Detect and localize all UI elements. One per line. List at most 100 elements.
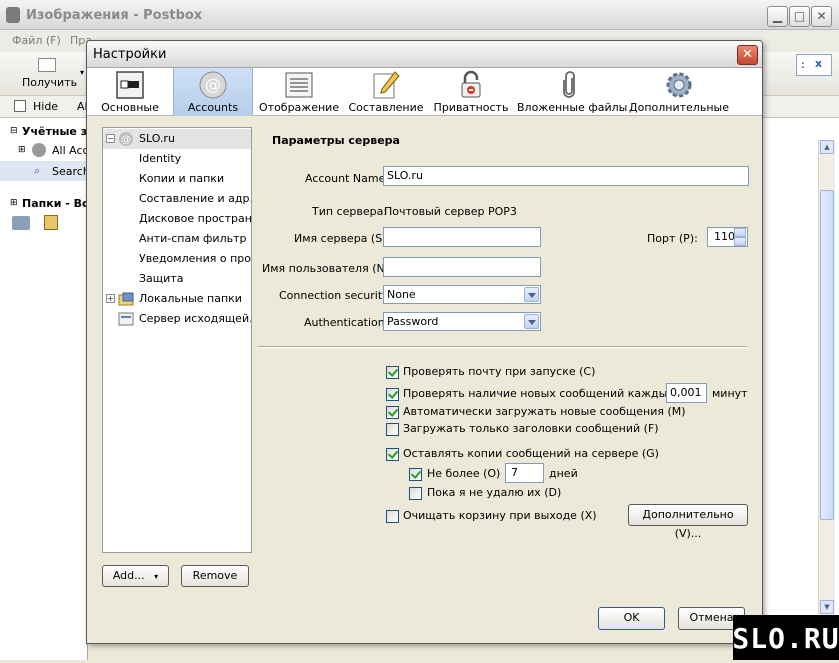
dialog-title: Настройки [93, 47, 167, 62]
hide-button[interactable]: Hide [33, 100, 58, 113]
tree-item-slo-ru[interactable]: − @ SLO.ru [103, 129, 251, 149]
tab-general[interactable]: Основные [95, 68, 165, 116]
privacy-lock-icon [461, 70, 481, 98]
expand-icon[interactable]: + [106, 294, 115, 303]
section-divider [257, 346, 747, 348]
leave-on-server-checkbox[interactable] [386, 448, 399, 461]
expand-icon[interactable]: ⊞ [18, 145, 26, 155]
get-mail-dropdown-icon[interactable]: ▾ [80, 68, 84, 77]
dialog-titlebar: Настройки ✕ [87, 41, 762, 68]
ok-button[interactable]: OK [598, 607, 665, 630]
collapse-icon[interactable]: ⊟ [10, 126, 18, 136]
tree-item-disk-space[interactable]: Дисковое простран... [103, 209, 251, 229]
collapse-icon[interactable]: − [106, 134, 115, 143]
port-spin-down-icon[interactable] [734, 237, 746, 246]
tree-item-security[interactable]: Защита [103, 269, 251, 289]
until-deleted-label[interactable]: Пока я не удалю их (D) [427, 486, 561, 499]
tab-accounts[interactable]: @ Accounts [173, 68, 253, 116]
main-titlebar: Изображения - Postbox ▁ □ ✕ [0, 0, 839, 30]
menu-file[interactable]: Файл (F) [12, 34, 61, 47]
auto-download-checkbox[interactable] [386, 406, 399, 419]
svg-text:@: @ [205, 75, 221, 94]
tree-item-local-folders[interactable]: + Локальные папки [103, 289, 251, 309]
tab-advanced[interactable]: Дополнительные [629, 68, 729, 116]
scroll-down-arrow-icon[interactable]: ▼ [820, 600, 834, 614]
accounts-header: Учётные з [22, 125, 88, 138]
tab-privacy[interactable]: Приватность [431, 68, 511, 116]
username-field[interactable] [383, 257, 541, 277]
headers-only-label[interactable]: Загружать только заголовки сообщений (F) [403, 422, 659, 435]
remove-account-button[interactable]: Remove [181, 565, 249, 587]
expand-folders-icon[interactable]: ⊞ [10, 198, 18, 208]
envelope-icon [38, 58, 56, 72]
main-window-title: Изображения - Postbox [26, 8, 203, 23]
add-account-button[interactable]: Add... ▾ [102, 565, 169, 587]
postbox-app-icon [6, 7, 20, 23]
account-name-field[interactable]: SLO.ru [383, 166, 749, 186]
tab-compose-label: Составление [348, 101, 424, 114]
check-every-checkbox[interactable] [386, 388, 399, 401]
settings-dialog: Настройки ✕ Основные @ Accounts Отображе… [86, 40, 763, 644]
empty-trash-checkbox[interactable] [386, 510, 399, 523]
message-list-scrollbar[interactable]: ▲ ▼ [818, 140, 835, 618]
advanced-button[interactable]: Дополнительно (V)... [628, 504, 748, 540]
window-close-button[interactable]: ✕ [811, 6, 832, 27]
authentication-label: Authentication: [304, 316, 389, 329]
tree-item-identity[interactable]: Identity [103, 149, 251, 169]
leave-on-server-label[interactable]: Оставлять копии сообщений на сервере (G) [403, 447, 659, 460]
chevron-down-icon[interactable] [524, 287, 539, 302]
until-deleted-checkbox[interactable] [409, 487, 422, 500]
server-icon[interactable] [12, 216, 30, 230]
tree-item-junk-filter[interactable]: Анти-спам фильтр [103, 229, 251, 249]
server-name-label: Имя сервера (S): [294, 232, 391, 245]
tab-display[interactable]: Отображение [259, 68, 339, 116]
tree-label: Составление и адр... [139, 192, 251, 205]
auto-download-label[interactable]: Автоматически загружать новые сообщения … [403, 405, 686, 418]
days-field[interactable]: 7 [505, 463, 544, 483]
port-field[interactable]: 110 [707, 227, 748, 247]
svg-text:SLO.RU: SLO.RU [733, 622, 839, 655]
chevron-down-icon[interactable] [524, 314, 539, 329]
slo-ru-logo: SLO.RU [732, 615, 839, 660]
check-interval-field[interactable]: 0,001 [666, 383, 707, 403]
dialog-close-button[interactable]: ✕ [737, 45, 758, 65]
tab-attachments-label: Вложенные файлы [517, 101, 628, 114]
search-item[interactable]: Search [52, 165, 90, 178]
compose-icon[interactable] [44, 215, 58, 230]
connection-security-select[interactable]: None [383, 285, 541, 304]
no-more-than-label[interactable]: Не более (O) [427, 467, 500, 480]
check-on-startup-checkbox[interactable] [386, 366, 399, 379]
account-tree: − @ SLO.ru Identity Копии и папки Состав… [102, 127, 252, 553]
connection-security-label: Connection security: [279, 289, 392, 302]
connection-security-value: None [387, 288, 416, 301]
maximize-button[interactable]: □ [789, 6, 810, 27]
check-on-startup-label[interactable]: Проверять почту при запуске (C) [403, 365, 595, 378]
tab-compose[interactable]: Составление [347, 68, 425, 116]
search-clear-icon[interactable]: x [815, 57, 822, 70]
tree-item-composition[interactable]: Составление и адр... [103, 189, 251, 209]
tree-label: SLO.ru [139, 132, 175, 145]
empty-trash-label[interactable]: Очищать корзину при выходе (X) [403, 509, 597, 522]
scroll-thumb[interactable] [820, 190, 834, 520]
get-mail-button[interactable]: Получить [22, 76, 77, 89]
port-label: Порт (P): [647, 232, 698, 245]
quick-search-field[interactable]: : x [796, 54, 832, 76]
minimize-button[interactable]: ▁ [767, 6, 788, 27]
tree-item-copies-folders[interactable]: Копии и папки [103, 169, 251, 189]
headers-only-checkbox[interactable] [386, 423, 399, 436]
server-name-field[interactable] [383, 227, 541, 247]
check-every-label[interactable]: Проверять наличие новых сообщений каждые… [403, 387, 693, 400]
no-more-than-checkbox[interactable] [409, 468, 422, 481]
search-icon: ⌕ [34, 164, 41, 177]
tree-item-notifications[interactable]: Уведомления о про... [103, 249, 251, 269]
check-interval-unit: минут [712, 387, 748, 400]
paperclip-icon [563, 71, 575, 98]
port-spin-up-icon[interactable] [734, 228, 746, 237]
tree-item-outgoing-server[interactable]: Сервер исходящей... [103, 309, 251, 329]
authentication-select[interactable]: Password [383, 312, 541, 331]
tab-attachments[interactable]: Вложенные файлы [517, 68, 628, 116]
folders-header: Папки - Все [22, 197, 96, 210]
scroll-up-arrow-icon[interactable]: ▲ [820, 140, 834, 154]
local-folders-icon [118, 292, 134, 306]
at-sign-icon: @ [199, 71, 227, 99]
